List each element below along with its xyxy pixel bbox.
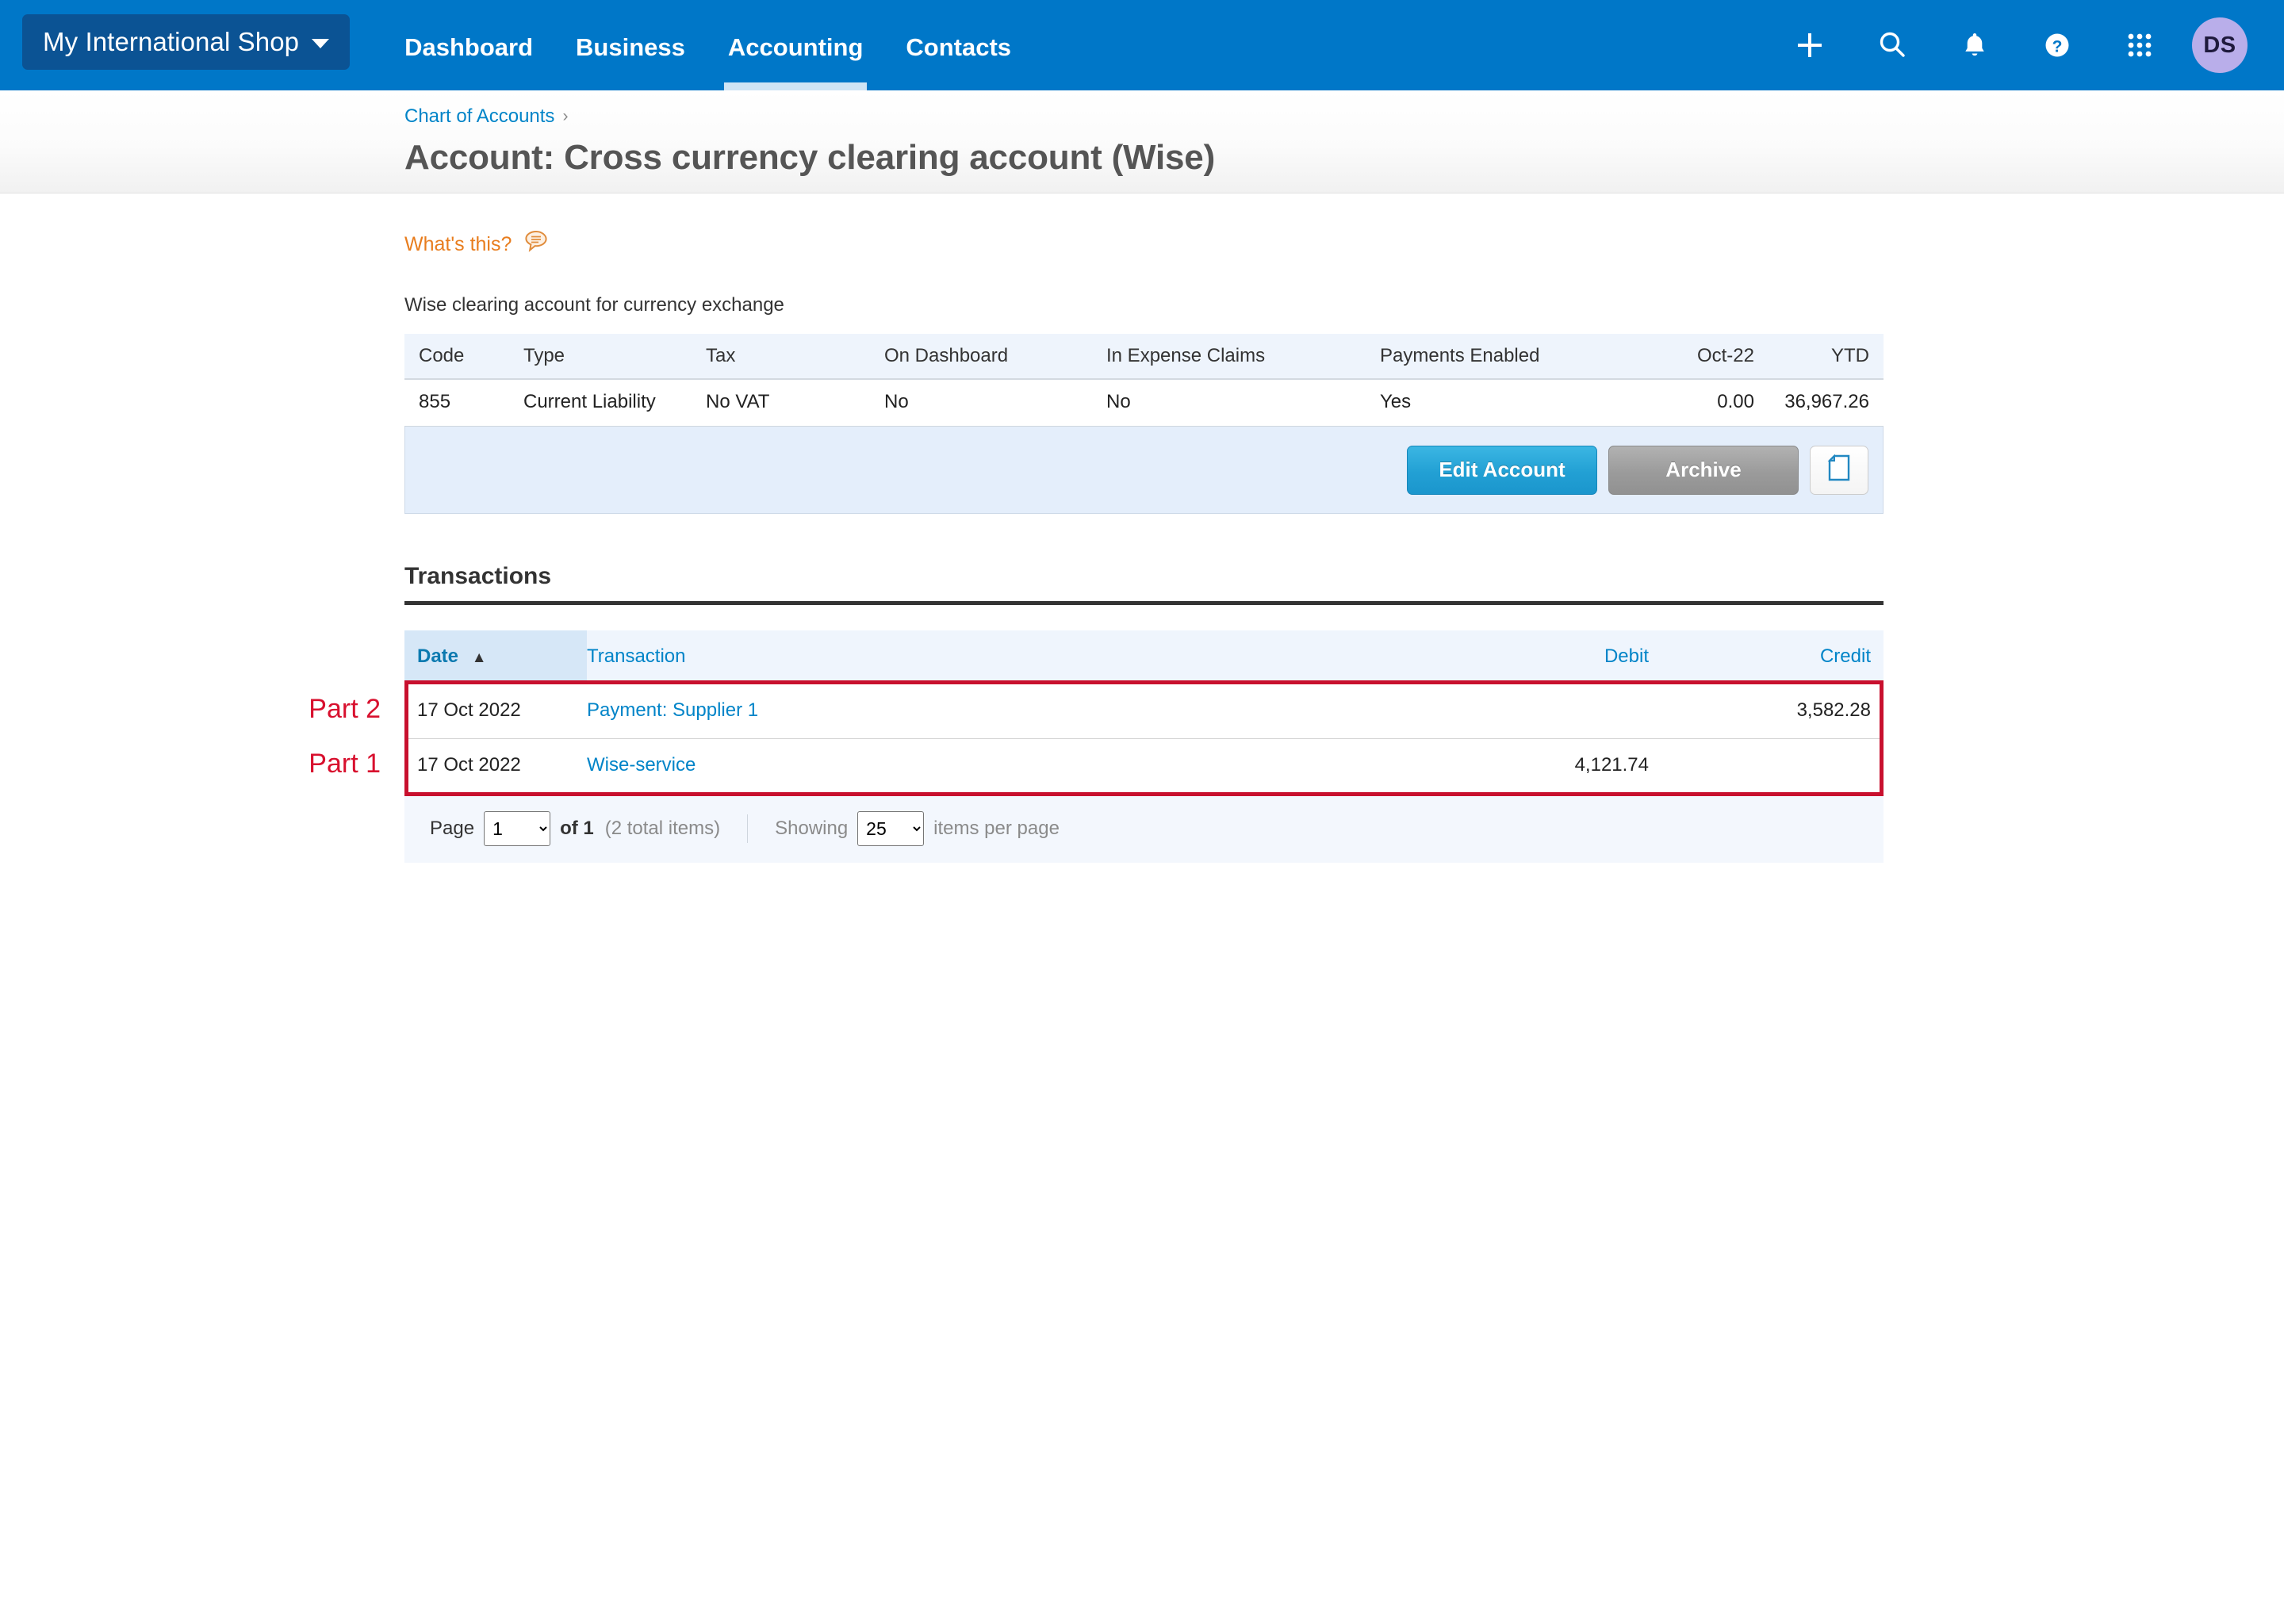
cell-period-amount: 0.00 bbox=[1642, 379, 1769, 427]
avatar[interactable]: DS bbox=[2192, 17, 2248, 73]
cell-type: Current Liability bbox=[523, 379, 706, 427]
chevron-down-icon bbox=[312, 39, 330, 48]
nav-right-group: ? DS bbox=[1769, 0, 2284, 90]
transaction-link[interactable]: Payment: Supplier 1 bbox=[587, 699, 758, 721]
document-icon-button[interactable] bbox=[1810, 445, 1868, 495]
showing-label: Showing bbox=[775, 817, 849, 839]
cell-code: 855 bbox=[404, 379, 523, 427]
annotation-part-1: Part 1 bbox=[308, 748, 381, 779]
bell-icon[interactable] bbox=[1933, 0, 2016, 90]
account-info-panel: Code Type Tax On Dashboard In Expense Cl… bbox=[404, 334, 1884, 514]
page-select[interactable]: 1 bbox=[484, 810, 551, 846]
cell-date: 17 Oct 2022 bbox=[404, 684, 587, 739]
page-label: Page bbox=[430, 817, 475, 839]
main-nav-tabs: Dashboard Business Accounting Contacts bbox=[383, 0, 1033, 90]
items-per-page-label: items per page bbox=[933, 817, 1060, 839]
transactions-heading-rule bbox=[404, 601, 1884, 605]
cell-credit bbox=[1685, 738, 1884, 793]
plus-icon[interactable] bbox=[1769, 0, 1851, 90]
account-description: Wise clearing account for currency excha… bbox=[404, 294, 784, 316]
table-row: 17 Oct 2022 Payment: Supplier 1 3,582.28 bbox=[404, 684, 1884, 739]
col-payments-enabled: Payments Enabled bbox=[1380, 334, 1642, 380]
col-code: Code bbox=[404, 334, 523, 380]
col-header-transaction[interactable]: Transaction bbox=[587, 630, 1487, 684]
nav-tab-dashboard[interactable]: Dashboard bbox=[383, 0, 554, 90]
page-header: Chart of Accounts › Account: Cross curre… bbox=[0, 90, 2284, 193]
apps-grid-icon[interactable] bbox=[2098, 0, 2181, 90]
table-row: 17 Oct 2022 Wise-service 4,121.74 bbox=[404, 738, 1884, 793]
col-ytd: YTD bbox=[1769, 334, 1884, 380]
page-size-select[interactable]: 25 bbox=[857, 810, 925, 846]
nav-tab-label: Dashboard bbox=[404, 33, 534, 61]
breadcrumb: Chart of Accounts › bbox=[404, 103, 2284, 130]
svg-text:?: ? bbox=[2052, 38, 2063, 56]
pagination-bar: Page 1 of 1 (2 total items) Showing 25 i… bbox=[404, 793, 1884, 863]
cell-tax: No VAT bbox=[706, 379, 884, 427]
page-title: Account: Cross currency clearing account… bbox=[404, 138, 1216, 177]
cell-debit bbox=[1487, 684, 1685, 739]
search-icon[interactable] bbox=[1851, 0, 1933, 90]
top-navigation-bar: My International Shop Dashboard Business… bbox=[0, 0, 2284, 90]
nav-tab-label: Business bbox=[576, 33, 685, 61]
nav-left-group: My International Shop Dashboard Business… bbox=[0, 0, 1033, 90]
nav-tab-business[interactable]: Business bbox=[554, 0, 707, 90]
breadcrumb-separator: › bbox=[562, 107, 569, 125]
whats-this-link[interactable]: What's this? bbox=[404, 228, 550, 261]
breadcrumb-link-chart-of-accounts[interactable]: Chart of Accounts bbox=[404, 105, 554, 128]
cell-ytd-amount: 36,967.26 bbox=[1769, 379, 1884, 427]
nav-tab-label: Accounting bbox=[727, 33, 864, 61]
table-row: 855 Current Liability No VAT No No Yes 0… bbox=[404, 379, 1884, 427]
account-action-bar: Edit Account Archive bbox=[404, 427, 1884, 514]
table-header-row: Code Type Tax On Dashboard In Expense Cl… bbox=[404, 334, 1884, 380]
help-icon[interactable]: ? bbox=[2016, 0, 2098, 90]
col-period: Oct-22 bbox=[1642, 334, 1769, 380]
cell-date: 17 Oct 2022 bbox=[404, 738, 587, 793]
col-header-credit[interactable]: Credit bbox=[1685, 630, 1884, 684]
sort-ascending-icon: ▲ bbox=[471, 649, 487, 666]
cell-in-expense-claims: No bbox=[1106, 379, 1380, 427]
transactions-heading: Transactions bbox=[404, 563, 552, 589]
col-type: Type bbox=[523, 334, 706, 380]
whats-this-label: What's this? bbox=[404, 233, 512, 255]
col-header-debit[interactable]: Debit bbox=[1487, 630, 1685, 684]
speech-bubble-icon bbox=[523, 228, 550, 261]
cell-on-dashboard: No bbox=[884, 379, 1106, 427]
cell-payments-enabled: Yes bbox=[1380, 379, 1642, 427]
document-icon bbox=[1827, 454, 1851, 485]
table-header-row: Date ▲ Transaction Debit Credit bbox=[404, 630, 1884, 684]
archive-button[interactable]: Archive bbox=[1608, 445, 1799, 495]
col-header-date[interactable]: Date ▲ bbox=[404, 630, 587, 684]
transaction-link[interactable]: Wise-service bbox=[587, 754, 696, 776]
col-in-expense-claims: In Expense Claims bbox=[1106, 334, 1380, 380]
nav-tab-contacts[interactable]: Contacts bbox=[884, 0, 1033, 90]
col-tax: Tax bbox=[706, 334, 884, 380]
organisation-switcher-button[interactable]: My International Shop bbox=[22, 14, 351, 70]
main-content: What's this? Wise clearing account for c… bbox=[0, 193, 2284, 863]
edit-account-button[interactable]: Edit Account bbox=[1407, 445, 1597, 495]
cell-debit: 4,121.74 bbox=[1487, 738, 1685, 793]
nav-tab-label: Contacts bbox=[906, 33, 1012, 61]
total-items-label: (2 total items) bbox=[604, 817, 721, 839]
page-of-label: of 1 bbox=[560, 817, 594, 839]
transactions-table-wrapper: Date ▲ Transaction Debit Credit 17 Oct 2… bbox=[308, 630, 1884, 863]
transactions-table: Date ▲ Transaction Debit Credit 17 Oct 2… bbox=[404, 630, 1884, 793]
nav-tab-accounting[interactable]: Accounting bbox=[707, 0, 885, 90]
pagination-divider bbox=[747, 814, 749, 843]
col-header-date-label: Date bbox=[417, 645, 459, 667]
organisation-name: My International Shop bbox=[43, 27, 300, 56]
account-info-table: Code Type Tax On Dashboard In Expense Cl… bbox=[404, 334, 1884, 427]
annotation-part-2: Part 2 bbox=[308, 693, 381, 724]
col-on-dashboard: On Dashboard bbox=[884, 334, 1106, 380]
cell-transaction: Payment: Supplier 1 bbox=[587, 684, 1487, 739]
cell-transaction: Wise-service bbox=[587, 738, 1487, 793]
cell-credit: 3,582.28 bbox=[1685, 684, 1884, 739]
